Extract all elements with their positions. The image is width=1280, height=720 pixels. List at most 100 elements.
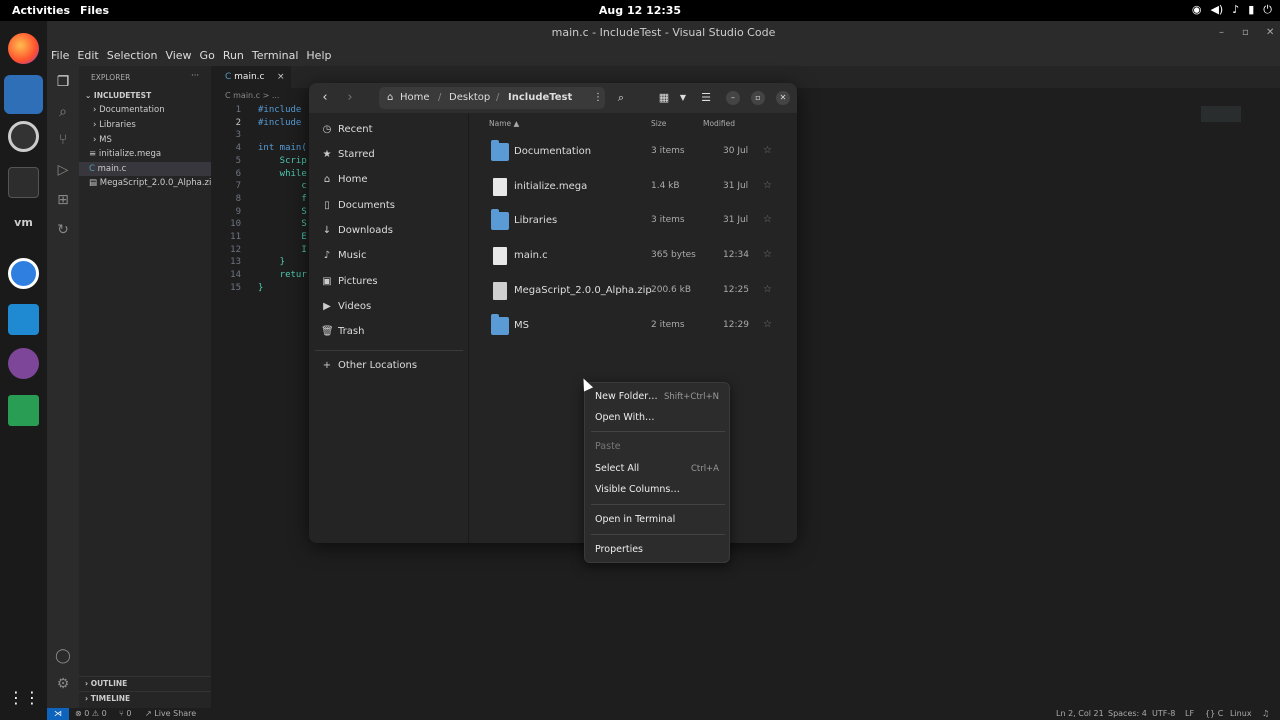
column-modified[interactable]: Modified (703, 119, 735, 128)
explorer-icon[interactable]: ❐ (54, 74, 72, 92)
notifications-icon[interactable]: ♫ (1262, 708, 1269, 720)
back-icon[interactable]: ‹ (317, 90, 333, 106)
files-app-icon[interactable] (4, 75, 43, 114)
code-line[interactable]: } (258, 282, 263, 295)
maximize-icon[interactable]: ▫ (751, 91, 765, 105)
folder-root[interactable]: ⌄ INCLUDETEST (79, 89, 211, 103)
column-name[interactable]: Name ▲ (489, 119, 519, 128)
tree-item-ms[interactable]: › MS (79, 133, 211, 147)
tree-item-main-c[interactable]: C main.c (79, 162, 211, 176)
account-icon[interactable]: ◯ (54, 648, 72, 666)
code-line[interactable]: I (258, 244, 306, 257)
place-pictures[interactable]: ▣ Pictures (315, 271, 465, 293)
settings-gear-icon[interactable]: ⚙ (54, 676, 72, 694)
place-downloads[interactable]: ↓ Downloads (315, 220, 465, 242)
menu-open-with[interactable]: Open With… (595, 412, 654, 423)
star-icon[interactable]: ☆ (763, 319, 772, 330)
close-icon[interactable]: ✕ (776, 91, 790, 105)
remote-explorer-icon[interactable]: ↻ (54, 222, 72, 240)
tree-item-zip[interactable]: ▤ MegaScript_2.0.0_Alpha.zip (79, 176, 217, 190)
minimize-icon[interactable]: – (726, 91, 740, 105)
tree-item-documentation[interactable]: › Documentation (79, 103, 211, 117)
tree-item-libraries[interactable]: › Libraries (79, 118, 211, 132)
breadcrumb[interactable]: C main.c > ... (225, 91, 279, 100)
star-icon[interactable]: ☆ (763, 145, 772, 156)
code-line[interactable]: f (258, 193, 306, 206)
firefox-icon[interactable] (8, 33, 39, 64)
place-trash[interactable]: 🗑 Trash (315, 321, 465, 343)
tor-browser-icon[interactable] (8, 348, 39, 379)
outline-section[interactable]: › OUTLINE (79, 676, 211, 690)
file-row[interactable]: Libraries 3 items 31 Jul ☆ (477, 206, 789, 238)
menu-selection[interactable]: Selection (107, 45, 158, 66)
code-line[interactable]: } (258, 256, 285, 269)
tab-main-c[interactable]: C main.c × (211, 66, 291, 88)
menu-view[interactable]: View (165, 45, 191, 66)
menu-file[interactable]: File (51, 45, 69, 66)
place-home[interactable]: ⌂ Home (315, 169, 465, 191)
search-icon[interactable]: ⌕ (612, 89, 630, 107)
forward-icon[interactable]: › (342, 90, 358, 106)
show-apps-icon[interactable]: ⋮⋮⋮ (8, 682, 56, 713)
menu-select-all[interactable]: Select All (595, 463, 639, 474)
file-row[interactable]: MegaScript_2.0.0_Alpha.zip 200.6 kB 12:25 ☆ (477, 276, 789, 308)
eol[interactable]: LF (1185, 708, 1194, 720)
menu-visible-columns[interactable]: Visible Columns… (595, 484, 680, 495)
code-line[interactable]: #include (258, 117, 301, 130)
timeline-section[interactable]: › TIMELINE (79, 691, 211, 705)
tab-close-icon[interactable]: × (277, 66, 285, 88)
file-row[interactable]: main.c 365 bytes 12:34 ☆ (477, 241, 789, 273)
place-documents[interactable]: ▯ Documents (315, 195, 465, 217)
place-recent[interactable]: ◷ Recent (315, 119, 465, 141)
menu-go[interactable]: Go (200, 45, 215, 66)
minimize-icon[interactable]: – (1219, 21, 1224, 45)
file-row[interactable]: initialize.mega 1.4 kB 31 Jul ☆ (477, 172, 789, 204)
encoding[interactable]: UTF-8 (1152, 708, 1175, 720)
tree-item-initialize[interactable]: ≡ initialize.mega (79, 147, 211, 161)
place-starred[interactable]: ★ Starred (315, 144, 465, 166)
search-icon[interactable]: ⌕ (54, 104, 72, 122)
grid-view-icon[interactable]: ▦ (655, 89, 673, 107)
os-indicator[interactable]: Linux (1230, 708, 1252, 720)
menu-run[interactable]: Run (223, 45, 244, 66)
file-row[interactable]: MS 2 items 12:29 ☆ (477, 311, 789, 343)
menu-properties[interactable]: Properties (595, 544, 643, 555)
code-line[interactable]: retur (258, 269, 307, 282)
column-size[interactable]: Size (651, 119, 666, 128)
menu-terminal[interactable]: Terminal (252, 45, 299, 66)
ports-count[interactable]: ⑂ 0 (119, 708, 131, 720)
star-icon[interactable]: ☆ (763, 214, 772, 225)
code-line[interactable]: Scrip (258, 155, 307, 168)
terminal-icon[interactable] (8, 167, 39, 198)
trash-icon[interactable] (8, 395, 39, 426)
code-line[interactable]: while (258, 168, 307, 181)
place-videos[interactable]: ▶ Videos (315, 296, 465, 318)
indentation[interactable]: Spaces: 4 (1108, 708, 1147, 720)
chat-app-icon[interactable] (8, 258, 39, 289)
place-music[interactable]: ♪ Music (315, 245, 465, 267)
cursor-position[interactable]: Ln 2, Col 21 (1056, 708, 1104, 720)
vmware-icon[interactable]: vm (8, 215, 39, 231)
menu-help[interactable]: Help (306, 45, 331, 66)
star-icon[interactable]: ☆ (763, 284, 772, 295)
code-line[interactable]: int main( (258, 142, 307, 155)
close-icon[interactable]: ✕ (1266, 21, 1274, 45)
code-line[interactable]: E (258, 231, 306, 244)
live-share[interactable]: ↗ Live Share (145, 708, 196, 720)
code-line[interactable]: c (258, 180, 306, 193)
path-menu-icon[interactable]: ⋮ (593, 87, 603, 109)
remote-indicator[interactable]: ⋊ (47, 708, 69, 720)
star-icon[interactable]: ☆ (763, 180, 772, 191)
vscode-icon[interactable] (8, 304, 39, 335)
menu-open-in-terminal[interactable]: Open in Terminal (595, 514, 675, 525)
hamburger-menu-icon[interactable]: ☰ (697, 89, 715, 107)
problems-count[interactable]: ⊗ 0 ⚠ 0 (75, 708, 107, 720)
clock[interactable]: Aug 12 12:35 (0, 4, 1280, 17)
file-row[interactable]: Documentation 3 items 30 Jul ☆ (477, 137, 789, 169)
code-line[interactable]: S (258, 206, 306, 219)
obs-icon[interactable] (8, 121, 39, 152)
menu-edit[interactable]: Edit (77, 45, 98, 66)
maximize-icon[interactable]: ▫ (1242, 21, 1249, 45)
path-includetest[interactable]: IncludeTest (508, 87, 572, 109)
star-icon[interactable]: ☆ (763, 249, 772, 260)
